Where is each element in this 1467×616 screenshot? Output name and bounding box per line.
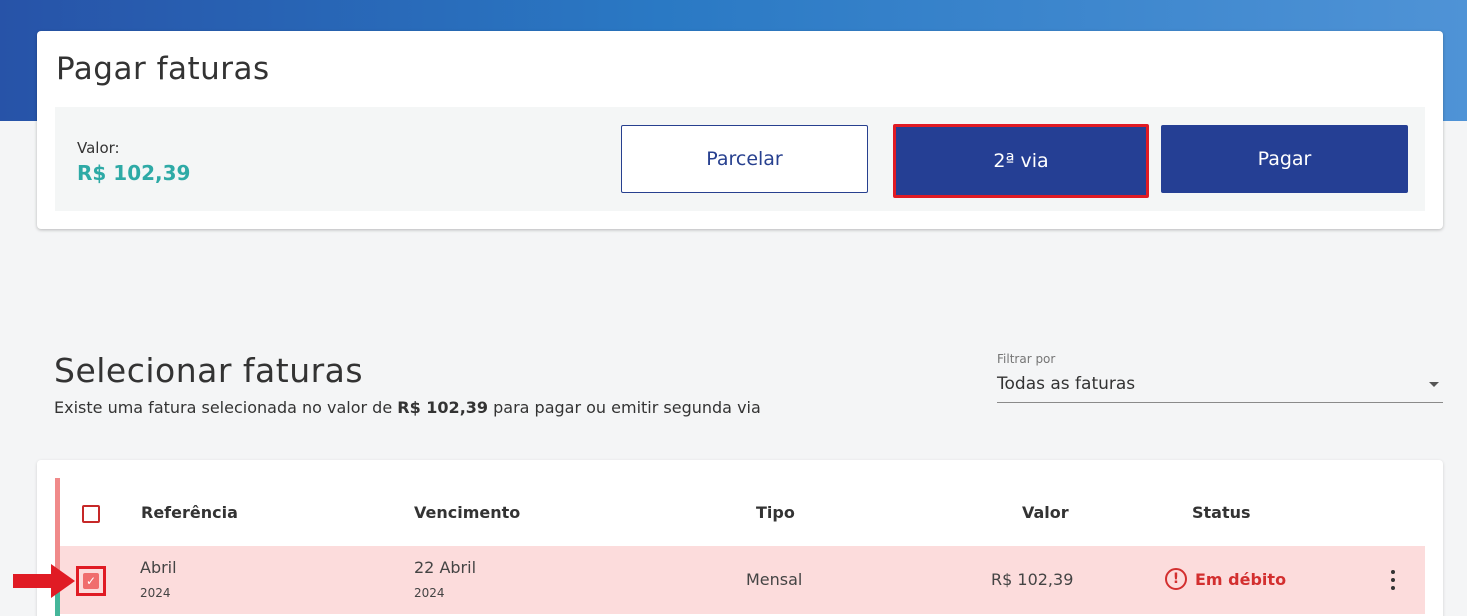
header-tipo: Tipo (756, 503, 795, 522)
header-vencimento: Vencimento (414, 503, 521, 522)
table-row[interactable]: ✓ Abril 2024 22 Abril 2024 Mensal R$ 102… (60, 546, 1425, 614)
arrow-right-icon (13, 564, 75, 598)
cell-referencia-month: Abril (140, 558, 177, 577)
segunda-via-button[interactable]: 2ª via (896, 127, 1146, 195)
status-badge: ! Em débito (1165, 568, 1286, 590)
pagar-button[interactable]: Pagar (1161, 125, 1408, 193)
payment-card: Pagar faturas Valor: R$ 102,39 Parcelar … (37, 31, 1443, 229)
header-status: Status (1192, 503, 1251, 522)
filter-select[interactable]: Filtrar por Todas as faturas (997, 351, 1443, 403)
cell-referencia-year: 2024 (140, 586, 171, 600)
alert-circle-icon: ! (1165, 568, 1187, 590)
segunda-via-button-highlight: 2ª via (893, 124, 1149, 198)
description-suffix: para pagar ou emitir segunda via (488, 398, 761, 417)
page-title: Pagar faturas (56, 51, 270, 87)
caret-down-icon (1429, 382, 1439, 387)
cell-vencimento-day: 22 Abril (414, 558, 477, 577)
row-checkbox-highlight: ✓ (76, 566, 106, 596)
row-checkbox[interactable]: ✓ (83, 573, 99, 589)
filter-label: Filtrar por (997, 352, 1056, 366)
payment-bar: Valor: R$ 102,39 Parcelar 2ª via Pagar (55, 107, 1425, 211)
invoices-table: Referência Vencimento Tipo Valor Status … (37, 460, 1443, 616)
cell-tipo: Mensal (746, 570, 803, 589)
description-prefix: Existe uma fatura selecionada no valor d… (54, 398, 398, 417)
valor-amount: R$ 102,39 (77, 161, 191, 185)
header-valor: Valor (1022, 503, 1069, 522)
valor-label: Valor: (77, 139, 120, 157)
filter-value: Todas as faturas (997, 374, 1136, 394)
kebab-menu-icon[interactable] (1390, 570, 1396, 590)
section-title: Selecionar faturas (54, 351, 364, 390)
cell-valor: R$ 102,39 (991, 570, 1074, 589)
cell-vencimento-year: 2024 (414, 586, 445, 600)
status-text: Em débito (1195, 569, 1287, 589)
description-amount: R$ 102,39 (397, 398, 489, 417)
check-icon: ✓ (85, 574, 97, 588)
select-all-checkbox[interactable] (82, 505, 100, 523)
parcelar-button[interactable]: Parcelar (621, 125, 868, 193)
header-referencia: Referência (141, 503, 238, 522)
section-description: Existe uma fatura selecionada no valor d… (54, 398, 761, 417)
